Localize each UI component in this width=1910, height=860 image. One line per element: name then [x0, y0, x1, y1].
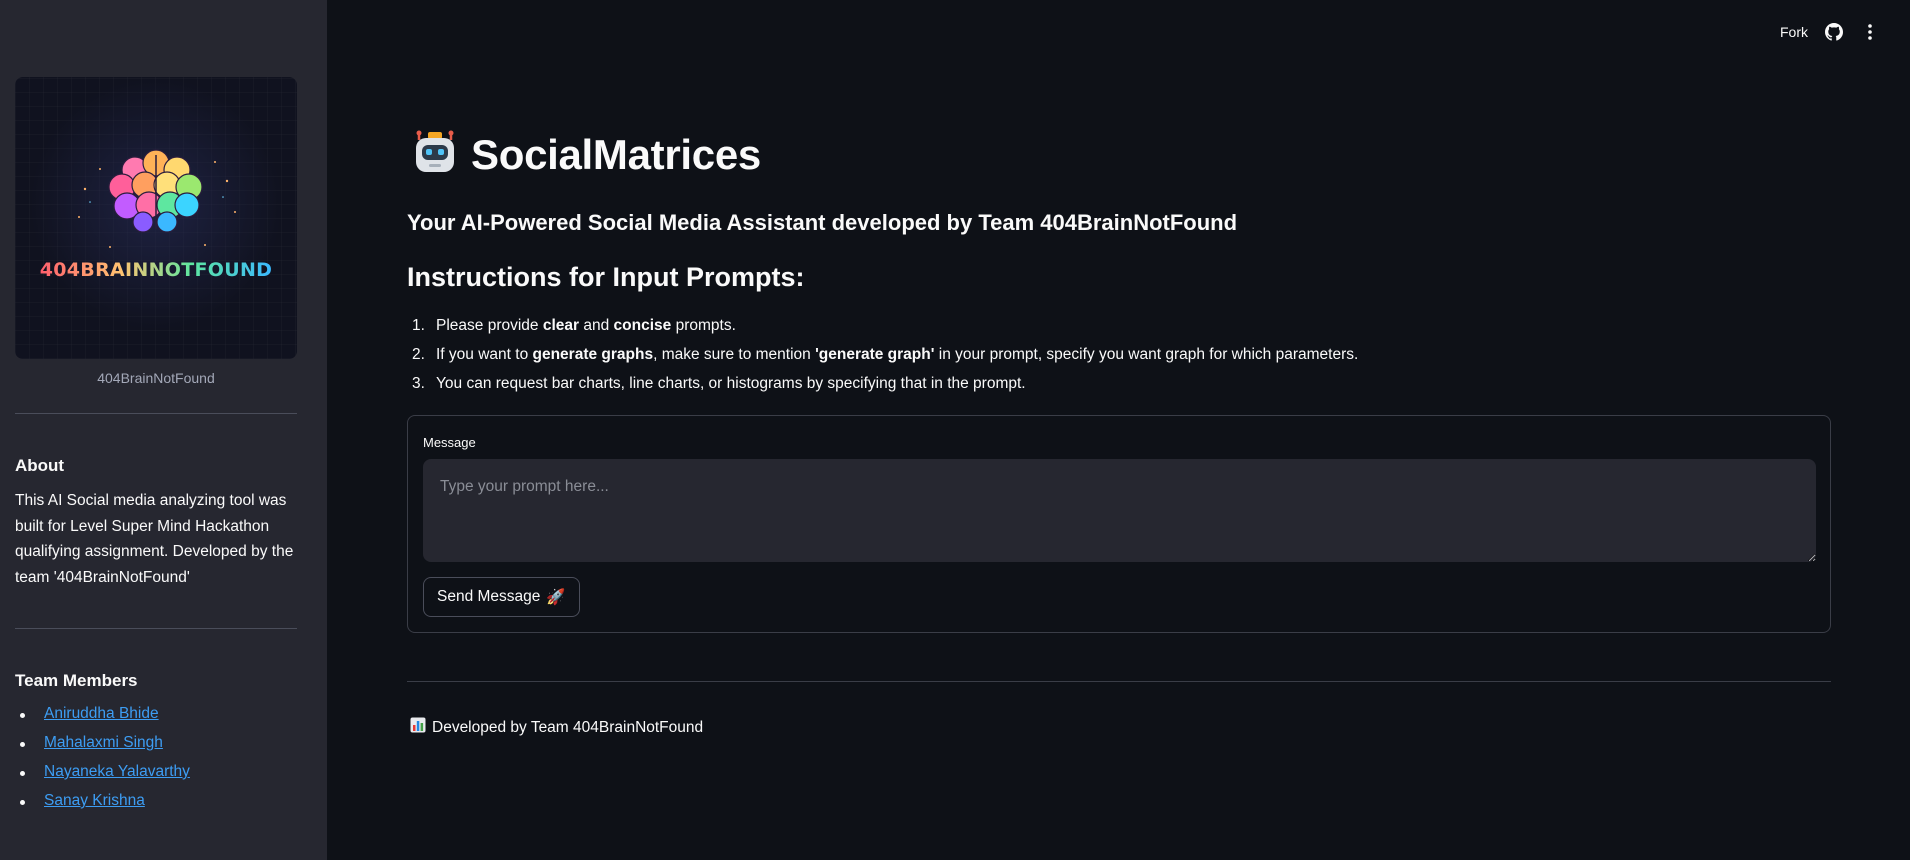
kebab-menu-icon[interactable] [1860, 22, 1880, 42]
instructions-list: 1. Please provide clear and concise prom… [407, 317, 1358, 404]
list-number: 3. [412, 375, 425, 392]
footer-text: Developed by Team 404BrainNotFound [432, 718, 704, 736]
list-number: 1. [412, 317, 425, 334]
robot-icon [411, 128, 459, 181]
svg-text:404BRAINNOTFOUND: 404BRAINNOTFOUND [40, 259, 273, 281]
instruction-text: If you want to generate graphs, make sur… [436, 346, 1359, 363]
list-item: 3. You can request bar charts, line char… [407, 375, 1358, 404]
list-item: Sanay Krishna [15, 792, 297, 821]
about-text: This AI Social media analyzing tool was … [15, 492, 294, 586]
team-heading: Team Members [15, 671, 138, 690]
team-member-link[interactable]: Mahalaxmi Singh [44, 734, 163, 751]
github-icon[interactable] [1824, 22, 1844, 42]
send-button-label: Send Message [437, 588, 541, 605]
toolbar: Fork [1780, 22, 1880, 42]
sidebar-divider [15, 628, 297, 629]
about-heading: About [15, 456, 65, 475]
team-member-link[interactable]: Sanay Krishna [44, 792, 145, 809]
message-form: Message Send Message 🚀 [407, 415, 1831, 633]
page-title: SocialMatrices [471, 130, 761, 178]
main-divider [407, 681, 1831, 682]
title-row: SocialMatrices [411, 128, 761, 181]
instruction-text: You can request bar charts, line charts,… [436, 375, 1026, 392]
list-item: Aniruddha Bhide [15, 705, 297, 734]
sidebar: 404BRAINNOTFOUND 404BrainNotFound About … [0, 0, 327, 860]
team-members-list: Aniruddha Bhide Mahalaxmi Singh Nayaneka… [15, 705, 297, 821]
instructions-heading: Instructions for Input Prompts: [407, 262, 805, 292]
list-item: 2. If you want to generate graphs, make … [407, 346, 1358, 375]
footer: Developed by Team 404BrainNotFound [410, 717, 703, 738]
rocket-icon: 🚀 [546, 588, 566, 606]
bar-chart-icon [410, 717, 426, 738]
team-logo: 404BRAINNOTFOUND [15, 77, 297, 359]
message-label: Message [423, 435, 476, 450]
fork-button[interactable]: Fork [1780, 24, 1808, 40]
brain-logo-icon: 404BRAINNOTFOUND [40, 149, 273, 281]
instruction-text: Please provide clear and concise prompts… [436, 317, 736, 334]
logo-caption: 404BrainNotFound [97, 370, 215, 386]
sidebar-divider [15, 413, 297, 414]
page-subtitle: Your AI-Powered Social Media Assistant d… [407, 210, 1238, 235]
list-number: 2. [412, 346, 425, 363]
team-member-link[interactable]: Aniruddha Bhide [44, 705, 159, 722]
team-member-link[interactable]: Nayaneka Yalavarthy [44, 763, 190, 780]
send-message-button[interactable]: Send Message 🚀 [423, 577, 580, 617]
list-item: Nayaneka Yalavarthy [15, 763, 297, 792]
message-input[interactable] [423, 459, 1816, 562]
list-item: Mahalaxmi Singh [15, 734, 297, 763]
list-item: 1. Please provide clear and concise prom… [407, 317, 1358, 346]
